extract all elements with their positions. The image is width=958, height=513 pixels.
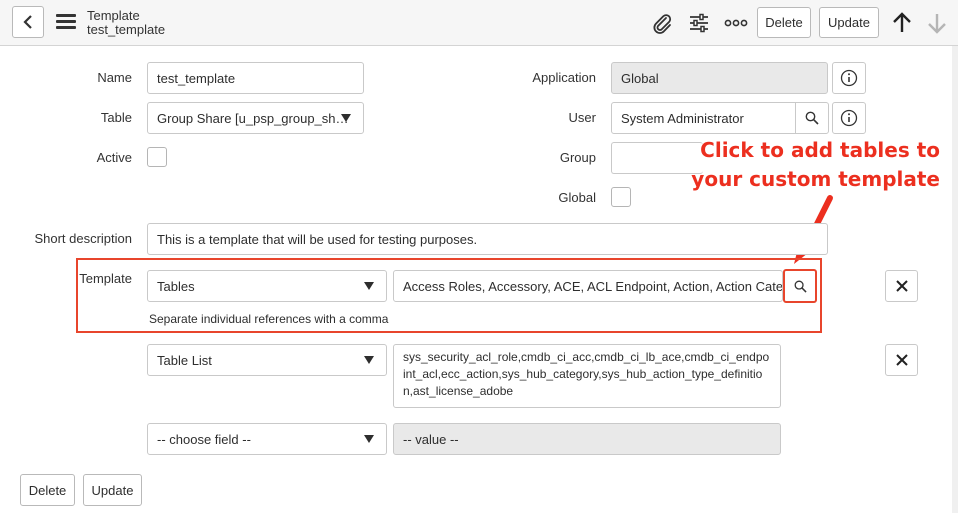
short-description-field[interactable]: This is a template that will be used for…	[147, 223, 828, 255]
chevron-down-icon	[364, 356, 374, 364]
more-icon[interactable]	[724, 11, 748, 35]
footer-update-button[interactable]: Update	[83, 474, 142, 506]
back-button[interactable]	[12, 6, 44, 38]
search-icon	[794, 280, 807, 293]
user-label: User	[568, 110, 596, 125]
name-field[interactable]: test_template	[147, 62, 364, 94]
callout-line-1: Click to add tables to	[700, 138, 940, 162]
application-label: Application	[532, 70, 596, 85]
back-icon	[23, 15, 32, 29]
user-field[interactable]: System Administrator	[611, 102, 797, 134]
table-select-value: Group Share [u_psp_group_sh…	[157, 110, 349, 126]
global-label: Global	[558, 190, 596, 205]
search-icon	[805, 111, 819, 125]
scrollbar[interactable]	[952, 46, 958, 513]
short-description-label: Short description	[34, 231, 132, 246]
chevron-down-icon	[364, 435, 374, 443]
callout-text: Click to add tables to your custom templ…	[690, 136, 940, 194]
user-info-button[interactable]	[832, 102, 866, 134]
close-icon	[895, 354, 908, 366]
settings-sliders-icon[interactable]	[687, 11, 711, 35]
close-icon	[895, 280, 908, 292]
info-icon	[840, 109, 858, 127]
callout-line-2: your custom template	[691, 167, 940, 191]
value-field: -- value --	[393, 423, 781, 455]
footer-delete-button[interactable]: Delete	[20, 474, 75, 506]
active-label: Active	[96, 150, 132, 165]
record-name: test_template	[87, 22, 166, 37]
choose-field-select[interactable]: -- choose field --	[147, 423, 387, 455]
template-label: Template	[79, 271, 132, 286]
template-field-select-2[interactable]: Table List	[147, 344, 387, 376]
attachment-icon[interactable]	[650, 11, 674, 35]
chevron-down-icon	[341, 114, 351, 122]
arrow-down-icon[interactable]	[925, 11, 949, 35]
table-list-textarea[interactable]: sys_security_acl_role,cmdb_ci_acc,cmdb_c…	[393, 344, 781, 408]
header-delete-button[interactable]: Delete	[757, 7, 811, 38]
table-select[interactable]: Group Share [u_psp_group_sh…	[147, 102, 364, 134]
template-hint-text: Separate individual references with a co…	[149, 312, 389, 326]
name-label: Name	[97, 70, 132, 85]
global-checkbox[interactable]	[611, 187, 631, 207]
form-header: Template test_template Delete Update	[0, 0, 958, 46]
remove-row-button-1[interactable]	[885, 270, 918, 302]
remove-row-button-2[interactable]	[885, 344, 918, 376]
application-field: Global	[611, 62, 828, 94]
template-field-select-1[interactable]: Tables	[147, 270, 387, 302]
table-label: Table	[100, 110, 132, 125]
template-field-value-2: Table List	[157, 352, 212, 368]
menu-icon[interactable]	[56, 14, 76, 30]
group-label: Group	[559, 150, 596, 165]
chevron-down-icon	[364, 282, 374, 290]
record-table-name: Template	[87, 8, 140, 23]
template-tables-field[interactable]: Access Roles, Accessory, ACE, ACL Endpoi…	[393, 270, 783, 302]
tables-lookup-button[interactable]	[783, 269, 817, 303]
template-field-value-1: Tables	[157, 278, 195, 294]
application-info-button[interactable]	[832, 62, 866, 94]
arrow-up-icon[interactable]	[890, 11, 914, 35]
choose-field-value: -- choose field --	[157, 431, 251, 447]
header-update-button[interactable]: Update	[819, 7, 879, 38]
user-lookup-button[interactable]	[795, 102, 829, 134]
active-checkbox[interactable]	[147, 147, 167, 167]
info-icon	[840, 69, 858, 87]
